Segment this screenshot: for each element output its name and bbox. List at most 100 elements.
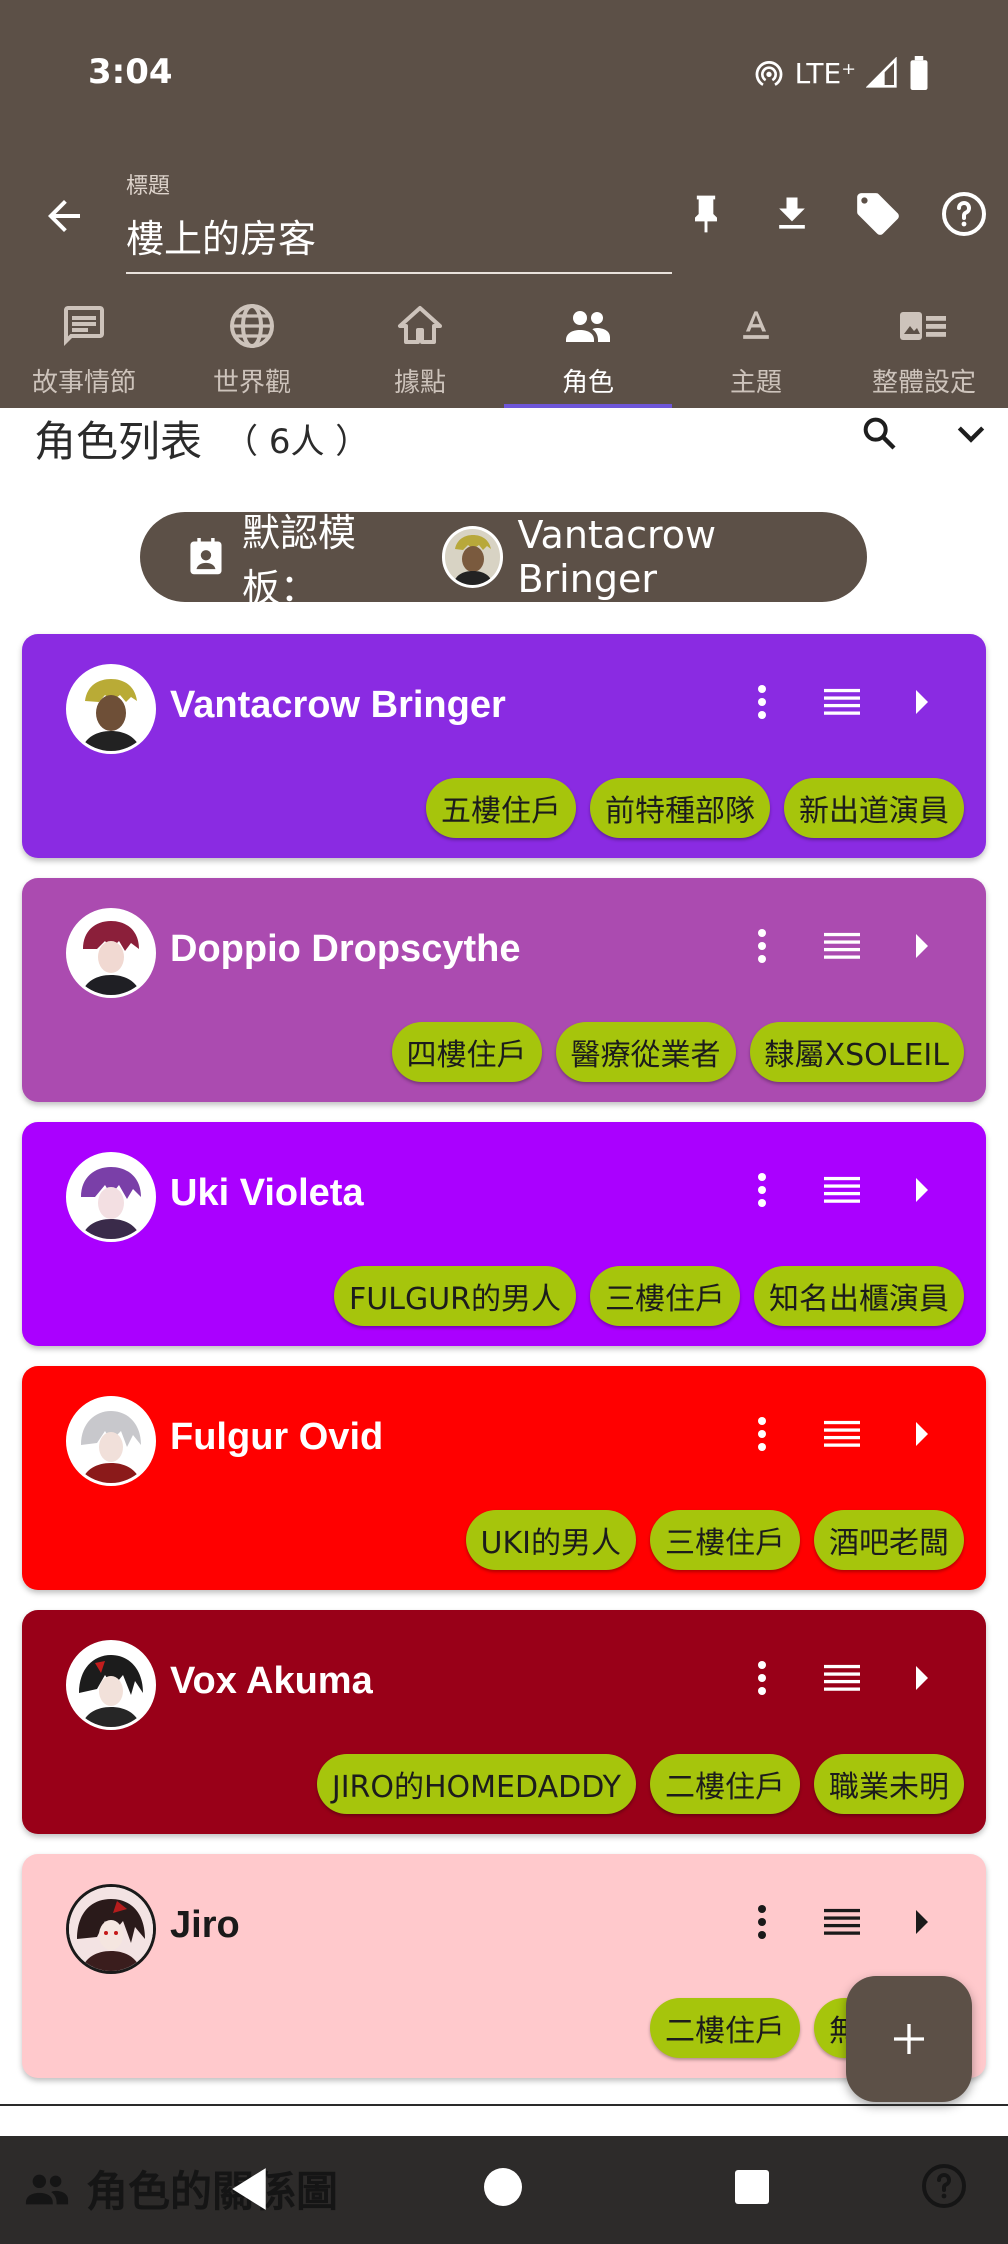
drag-handle[interactable]	[824, 1660, 860, 1696]
arrow-right-icon	[916, 934, 928, 958]
tag-list: JIRO的HOMEDADDY 二樓住戶 職業未明	[316, 1754, 964, 1814]
plus-icon	[894, 2024, 924, 2054]
more-options-button[interactable]	[744, 684, 780, 720]
tag-icon	[857, 193, 899, 235]
more-vert-icon	[758, 685, 766, 719]
help-button[interactable]	[938, 188, 990, 240]
tag-chip[interactable]: 二樓住戶	[650, 1998, 800, 2058]
more-options-button[interactable]	[744, 1660, 780, 1696]
pin-button[interactable]	[680, 188, 732, 240]
avatar	[441, 526, 504, 588]
character-card[interactable]: Vantacrow Bringer 五樓住戶 前特種部隊 新出道演員	[22, 634, 986, 858]
image-settings-icon	[900, 312, 946, 340]
more-vert-icon	[758, 1661, 766, 1695]
avatar	[66, 1884, 156, 1974]
status-time: 3:04	[88, 52, 173, 92]
bottom-help-button[interactable]	[920, 2162, 968, 2214]
tag-chip[interactable]: 三樓住戶	[650, 1510, 800, 1570]
arrow-right-icon	[916, 1178, 928, 1202]
tab-story[interactable]: 故事情節	[0, 290, 168, 408]
tag-chip[interactable]: 四樓住戶	[391, 1022, 542, 1082]
character-list: Vantacrow Bringer 五樓住戶 前特種部隊 新出道演員 Doppi…	[22, 634, 986, 2098]
tag-chip[interactable]: UKI的男人	[465, 1510, 636, 1570]
character-card[interactable]: Uki Violeta FULGUR的男人 三樓住戶 知名出櫃演員	[22, 1122, 986, 1346]
nav-recents-button[interactable]	[735, 2170, 769, 2204]
download-button[interactable]	[766, 188, 818, 240]
search-button[interactable]	[854, 408, 904, 458]
tab-characters[interactable]: 角色	[504, 290, 672, 408]
tab-label: 故事情節	[31, 368, 136, 398]
tag-chip[interactable]: 五樓住戶	[426, 778, 576, 838]
expand-button[interactable]	[904, 684, 940, 720]
tag-chip[interactable]: FULGUR的男人	[334, 1266, 576, 1326]
drag-handle[interactable]	[824, 684, 860, 720]
expand-button[interactable]	[904, 928, 940, 964]
drag-handle[interactable]	[824, 1172, 860, 1208]
character-card[interactable]: Doppio Dropscythe 四樓住戶 醫療從業者 隸屬XSOLEIL	[22, 878, 986, 1102]
tag-chip[interactable]: 隸屬XSOLEIL	[749, 1022, 964, 1082]
tab-worldview[interactable]: 世界觀	[168, 290, 336, 408]
message-icon	[64, 306, 104, 346]
network-label: LTE⁺	[794, 56, 856, 90]
more-options-button[interactable]	[744, 1416, 780, 1452]
people-icon	[566, 311, 610, 342]
collapse-button[interactable]	[946, 408, 996, 458]
help-circle-icon	[942, 192, 986, 236]
tab-locations[interactable]: 據點	[336, 290, 504, 408]
add-character-button[interactable]	[846, 1976, 972, 2102]
tab-settings[interactable]: 整體設定	[840, 290, 1008, 408]
tag-chip[interactable]: 酒吧老闆	[814, 1510, 964, 1570]
character-count: （ 6人 ）	[224, 421, 370, 462]
tag-button[interactable]	[852, 188, 904, 240]
tag-chip[interactable]: JIRO的HOMEDADDY	[316, 1754, 636, 1814]
character-name: Doppio Dropscythe	[170, 928, 521, 970]
avatar	[66, 908, 156, 998]
nav-home-button[interactable]	[484, 2168, 522, 2206]
more-vert-icon	[758, 929, 766, 963]
character-card[interactable]: Vox Akuma JIRO的HOMEDADDY 二樓住戶 職業未明	[22, 1610, 986, 1834]
tag-chip[interactable]: 前特種部隊	[590, 778, 770, 838]
expand-button[interactable]	[904, 1416, 940, 1452]
tag-chip[interactable]: 知名出櫃演員	[754, 1266, 964, 1326]
back-button[interactable]	[40, 192, 88, 240]
default-template-chip[interactable]: 默認模板： Vantacrow Bringer	[140, 511, 867, 610]
drag-handle[interactable]	[824, 1416, 860, 1452]
more-options-button[interactable]	[744, 1904, 780, 1940]
expand-button[interactable]	[904, 1904, 940, 1940]
signal-icon	[866, 57, 898, 89]
expand-button[interactable]	[904, 1660, 940, 1696]
tag-list: UKI的男人 三樓住戶 酒吧老闆	[465, 1510, 964, 1570]
expand-button[interactable]	[904, 1172, 940, 1208]
reorder-icon	[824, 932, 860, 959]
tag-chip[interactable]: 三樓住戶	[590, 1266, 740, 1326]
nav-back-button[interactable]	[228, 2166, 270, 2216]
tag-chip[interactable]: 醫療從業者	[555, 1022, 736, 1082]
character-card[interactable]: Jiro 二樓住戶 無業遊民	[22, 1854, 986, 2078]
drag-handle[interactable]	[824, 928, 860, 964]
section-title: 角色列表	[34, 416, 203, 466]
more-vert-icon	[758, 1905, 766, 1939]
character-card[interactable]: Fulgur Ovid UKI的男人 三樓住戶 酒吧老闆	[22, 1366, 986, 1590]
character-name: Vantacrow Bringer	[170, 684, 506, 726]
character-name: Fulgur Ovid	[170, 1416, 384, 1458]
arrow-right-icon	[916, 1422, 928, 1446]
tag-chip[interactable]: 職業未明	[814, 1754, 964, 1814]
more-options-button[interactable]	[744, 928, 780, 964]
globe-icon	[230, 304, 274, 348]
text-format-icon	[743, 311, 769, 339]
relationship-graph-button[interactable]: 角色的關係圖	[24, 2158, 338, 2219]
tag-list: FULGUR的男人 三樓住戶 知名出櫃演員	[334, 1266, 964, 1326]
tab-theme[interactable]: 主題	[672, 290, 840, 408]
title-input[interactable]: 樓上的房客	[126, 202, 672, 274]
tag-chip[interactable]: 新出道演員	[784, 778, 964, 838]
reorder-icon	[824, 1176, 860, 1203]
tab-label: 主題	[729, 368, 782, 398]
tag-chip[interactable]: 二樓住戶	[650, 1754, 800, 1814]
reorder-icon	[824, 1664, 860, 1691]
divider	[0, 2104, 1008, 2106]
reorder-icon	[824, 1420, 860, 1447]
drag-handle[interactable]	[824, 1904, 860, 1940]
more-vert-icon	[758, 1417, 766, 1451]
reorder-icon	[824, 688, 860, 715]
more-options-button[interactable]	[744, 1172, 780, 1208]
